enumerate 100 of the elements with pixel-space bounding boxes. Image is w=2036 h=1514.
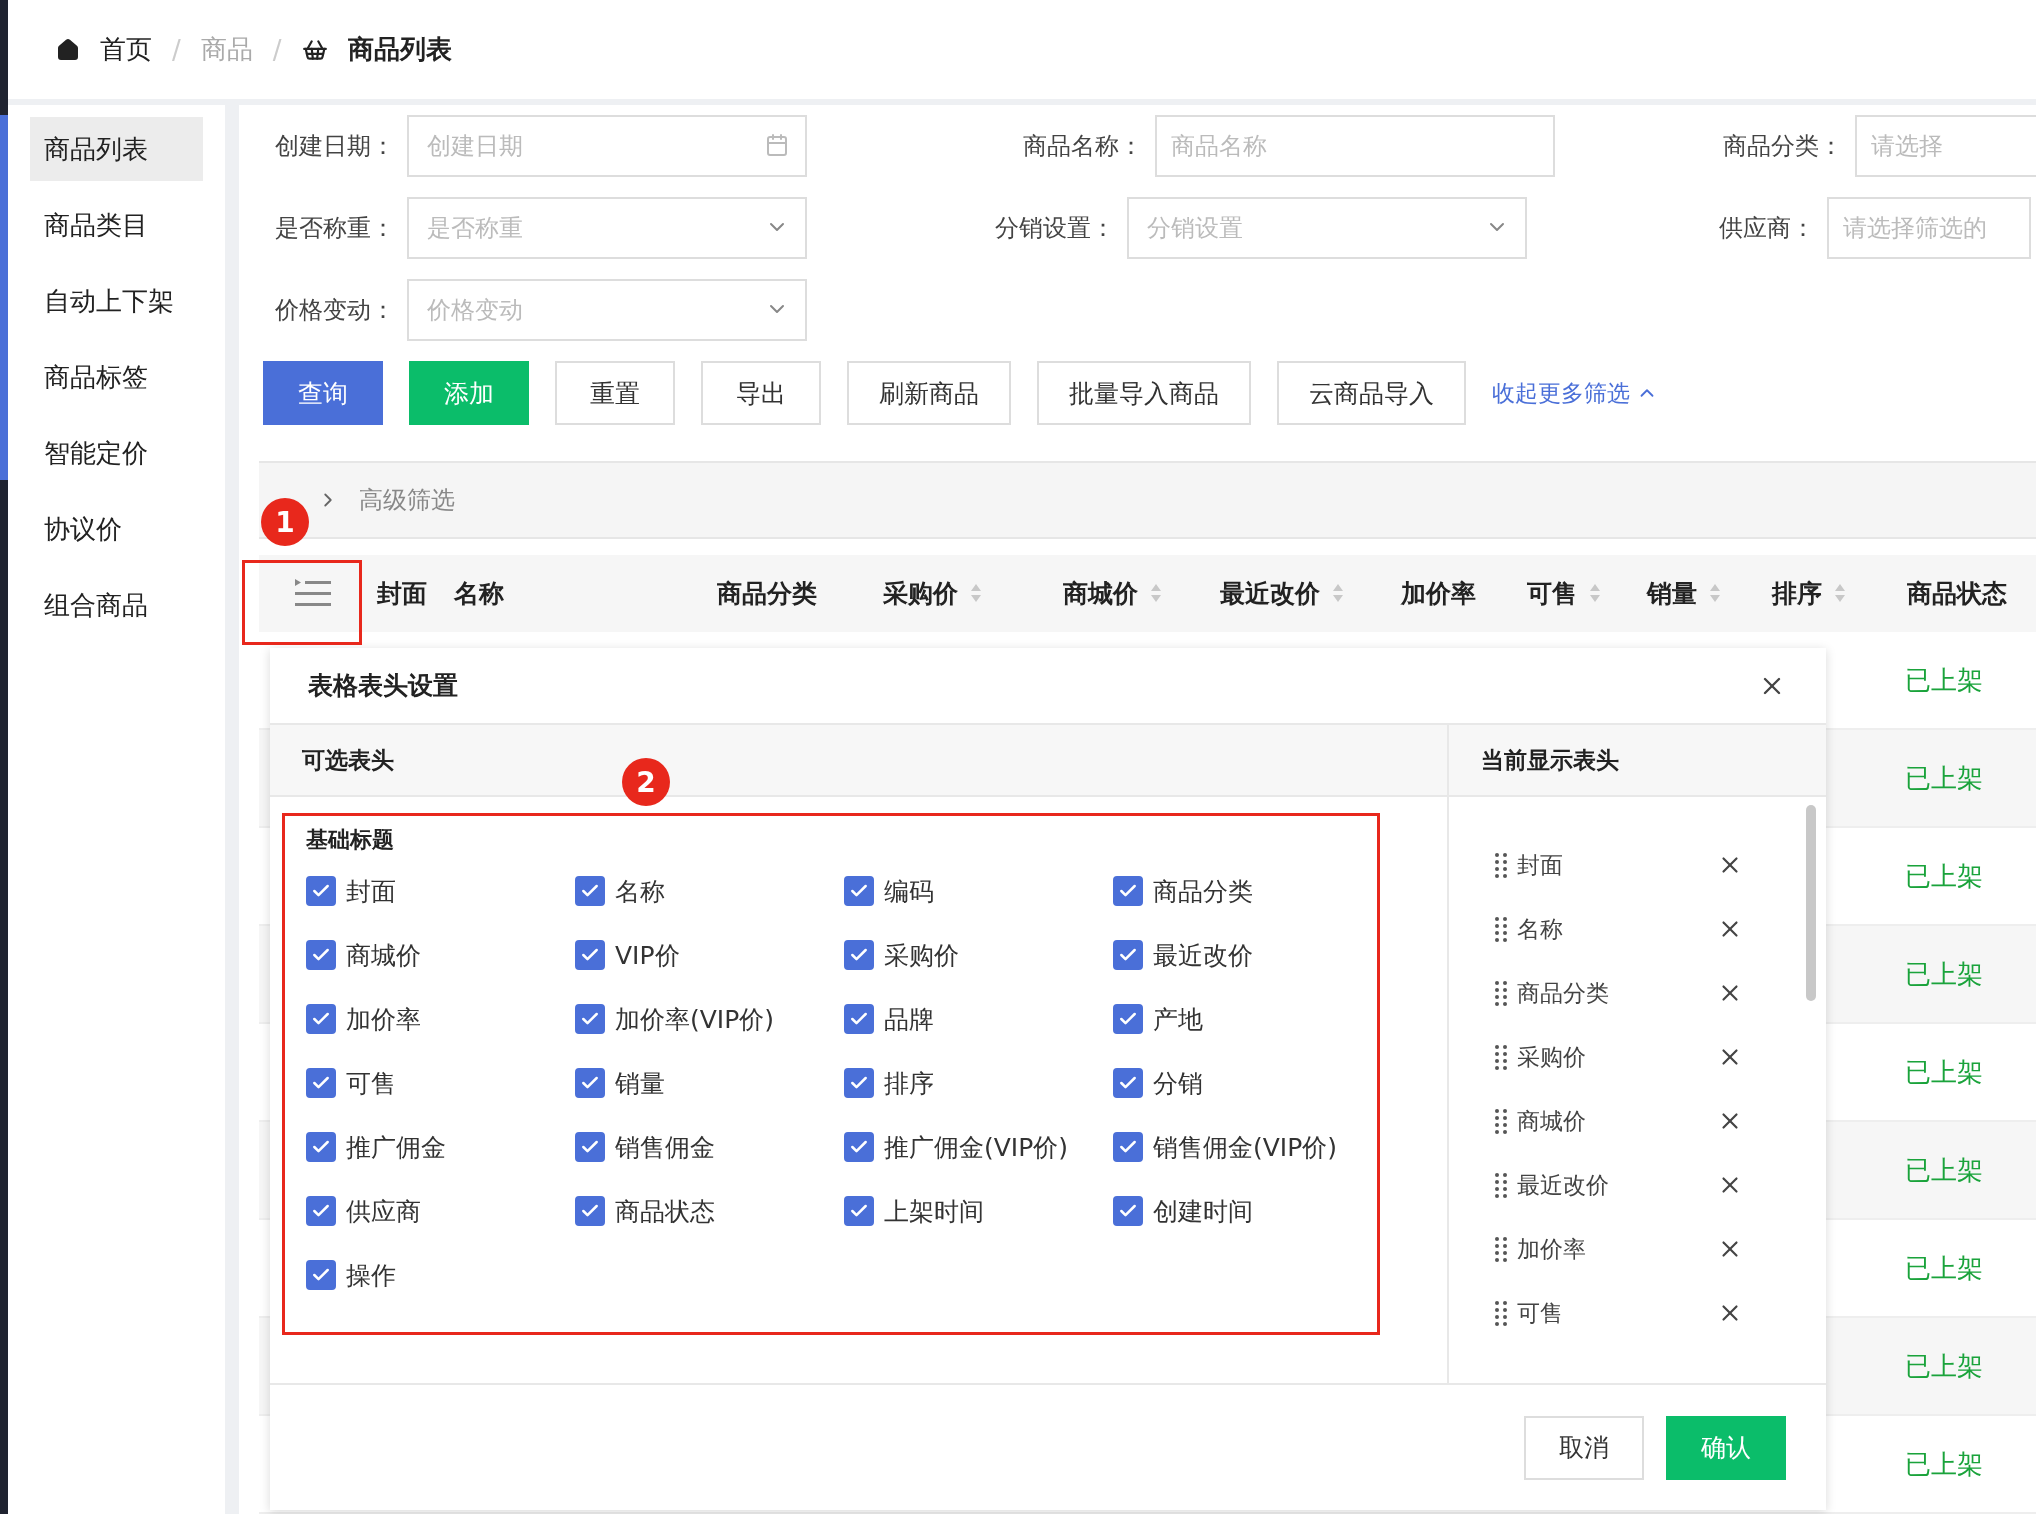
option-label[interactable]: 上架时间 bbox=[884, 1194, 984, 1228]
drag-handle-icon[interactable] bbox=[1493, 1171, 1509, 1199]
option-label[interactable]: 采购价 bbox=[884, 938, 959, 972]
column-header: 加价率 bbox=[1401, 577, 1476, 610]
action-button[interactable]: 导出 bbox=[701, 361, 821, 425]
checkbox[interactable] bbox=[844, 1068, 874, 1098]
collapse-filters-link[interactable]: 收起更多筛选 bbox=[1492, 377, 1658, 409]
sidebar-item[interactable]: 商品类目 bbox=[30, 193, 203, 257]
input-field[interactable]: 请选择筛选的 bbox=[1827, 197, 2031, 259]
checkbox[interactable] bbox=[306, 1068, 336, 1098]
drag-handle-icon[interactable] bbox=[1493, 1299, 1509, 1327]
checkbox[interactable] bbox=[306, 1004, 336, 1034]
option-label[interactable]: 封面 bbox=[346, 874, 396, 908]
checkbox[interactable] bbox=[306, 940, 336, 970]
status-text: 已上架 bbox=[1905, 1251, 1983, 1285]
checkbox[interactable] bbox=[306, 1196, 336, 1226]
checkbox[interactable] bbox=[575, 940, 605, 970]
action-button[interactable]: 批量导入商品 bbox=[1037, 361, 1251, 425]
sidebar-item[interactable]: 商品列表 bbox=[30, 117, 203, 181]
checkbox[interactable] bbox=[306, 876, 336, 906]
checkbox[interactable] bbox=[1113, 940, 1143, 970]
option-label[interactable]: 分销 bbox=[1153, 1066, 1203, 1100]
option-label[interactable]: 名称 bbox=[615, 874, 665, 908]
panel-header: 当前显示表头 bbox=[1449, 725, 1826, 797]
dialog-title: 表格表头设置 bbox=[308, 670, 458, 702]
drag-handle-icon[interactable] bbox=[1493, 1043, 1509, 1071]
status-text: 已上架 bbox=[1905, 663, 1983, 697]
drag-handle-icon[interactable] bbox=[1493, 915, 1509, 943]
option-label[interactable]: 排序 bbox=[884, 1066, 934, 1100]
checkbox[interactable] bbox=[575, 1068, 605, 1098]
checkbox[interactable] bbox=[844, 1132, 874, 1162]
checkbox[interactable] bbox=[1113, 1004, 1143, 1034]
sidebar-item[interactable]: 自动上下架 bbox=[30, 269, 203, 333]
option-label[interactable]: 可售 bbox=[346, 1066, 396, 1100]
status-text: 已上架 bbox=[1905, 1055, 1983, 1089]
checkbox[interactable] bbox=[575, 1004, 605, 1034]
sidebar-item[interactable]: 商品标签 bbox=[30, 345, 203, 409]
option-label[interactable]: 销售佣金(VIP价) bbox=[1153, 1130, 1338, 1164]
cancel-button[interactable]: 取消 bbox=[1524, 1415, 1644, 1480]
breadcrumb-separator: / bbox=[272, 34, 282, 65]
checkbox[interactable] bbox=[306, 1132, 336, 1162]
option-label[interactable]: VIP价 bbox=[615, 938, 680, 972]
option-label[interactable]: 加价率 bbox=[346, 1002, 421, 1036]
select-field[interactable]: 价格变动 bbox=[407, 279, 807, 341]
drag-handle-icon[interactable] bbox=[1493, 1235, 1509, 1263]
checkbox[interactable] bbox=[575, 876, 605, 906]
action-button[interactable]: 刷新商品 bbox=[847, 361, 1011, 425]
option-label[interactable]: 创建时间 bbox=[1153, 1194, 1253, 1228]
breadcrumb-item[interactable]: 首页 bbox=[100, 32, 152, 67]
option-label[interactable]: 推广佣金(VIP价) bbox=[884, 1130, 1069, 1164]
drag-handle-icon[interactable] bbox=[1493, 851, 1509, 879]
input-field[interactable]: 商品名称 bbox=[1155, 115, 1555, 177]
action-button[interactable]: 重置 bbox=[555, 361, 675, 425]
option-label[interactable]: 供应商 bbox=[346, 1194, 421, 1228]
option-label[interactable]: 销量 bbox=[615, 1066, 665, 1100]
sidebar-item[interactable]: 组合商品 bbox=[30, 573, 203, 637]
breadcrumb-item: 商品列表 bbox=[347, 33, 452, 66]
option-label[interactable]: 商品分类 bbox=[1153, 874, 1253, 908]
checkbox[interactable] bbox=[1113, 876, 1143, 906]
date-field[interactable]: 创建日期 bbox=[407, 115, 807, 177]
option-label[interactable]: 商品状态 bbox=[615, 1194, 715, 1228]
status-text: 已上架 bbox=[1905, 957, 1983, 991]
option-label[interactable]: 加价率(VIP价) bbox=[615, 1002, 775, 1036]
checkbox[interactable] bbox=[306, 1260, 336, 1290]
checkbox[interactable] bbox=[844, 1196, 874, 1226]
current-column-label: 可售 bbox=[1517, 1298, 1564, 1328]
select-field[interactable]: 分销设置 bbox=[1127, 197, 1527, 259]
sidebar-item[interactable]: 智能定价 bbox=[30, 421, 203, 485]
option-label[interactable]: 销售佣金 bbox=[615, 1130, 715, 1164]
checkbox[interactable] bbox=[575, 1196, 605, 1226]
checkbox[interactable] bbox=[844, 1004, 874, 1034]
status-text: 已上架 bbox=[1905, 761, 1983, 795]
option-label[interactable]: 操作 bbox=[346, 1258, 396, 1292]
current-column-label: 商品分类 bbox=[1517, 978, 1610, 1008]
drag-handle-icon[interactable] bbox=[1493, 979, 1509, 1007]
checkbox[interactable] bbox=[1113, 1196, 1143, 1226]
checkbox[interactable] bbox=[1113, 1068, 1143, 1098]
select-field[interactable]: 是否称重 bbox=[407, 197, 807, 259]
drag-handle-icon[interactable] bbox=[1493, 1107, 1509, 1135]
checkbox[interactable] bbox=[844, 940, 874, 970]
option-label[interactable]: 商城价 bbox=[346, 938, 421, 972]
checkbox[interactable] bbox=[575, 1132, 605, 1162]
checkbox[interactable] bbox=[1113, 1132, 1143, 1162]
option-label[interactable]: 品牌 bbox=[884, 1002, 934, 1036]
column-header: 商品分类 bbox=[717, 577, 817, 610]
checkbox[interactable] bbox=[844, 876, 874, 906]
option-label[interactable]: 编码 bbox=[884, 874, 934, 908]
input-field[interactable]: 请选择 bbox=[1855, 115, 2036, 177]
option-label[interactable]: 产地 bbox=[1153, 1002, 1203, 1036]
action-button[interactable]: 云商品导入 bbox=[1277, 361, 1466, 425]
column-header: 商城价 bbox=[1063, 577, 1138, 610]
action-button[interactable]: 查询 bbox=[263, 361, 383, 425]
option-label[interactable]: 推广佣金 bbox=[346, 1130, 446, 1164]
calendar-icon bbox=[765, 133, 789, 157]
option-label[interactable]: 最近改价 bbox=[1153, 938, 1253, 972]
scrollbar[interactable] bbox=[1806, 805, 1816, 1001]
home-icon bbox=[56, 37, 80, 62]
column-header: 采购价 bbox=[883, 577, 958, 610]
sidebar-item[interactable]: 协议价 bbox=[30, 497, 203, 561]
field-label: 是否称重： bbox=[274, 213, 396, 244]
